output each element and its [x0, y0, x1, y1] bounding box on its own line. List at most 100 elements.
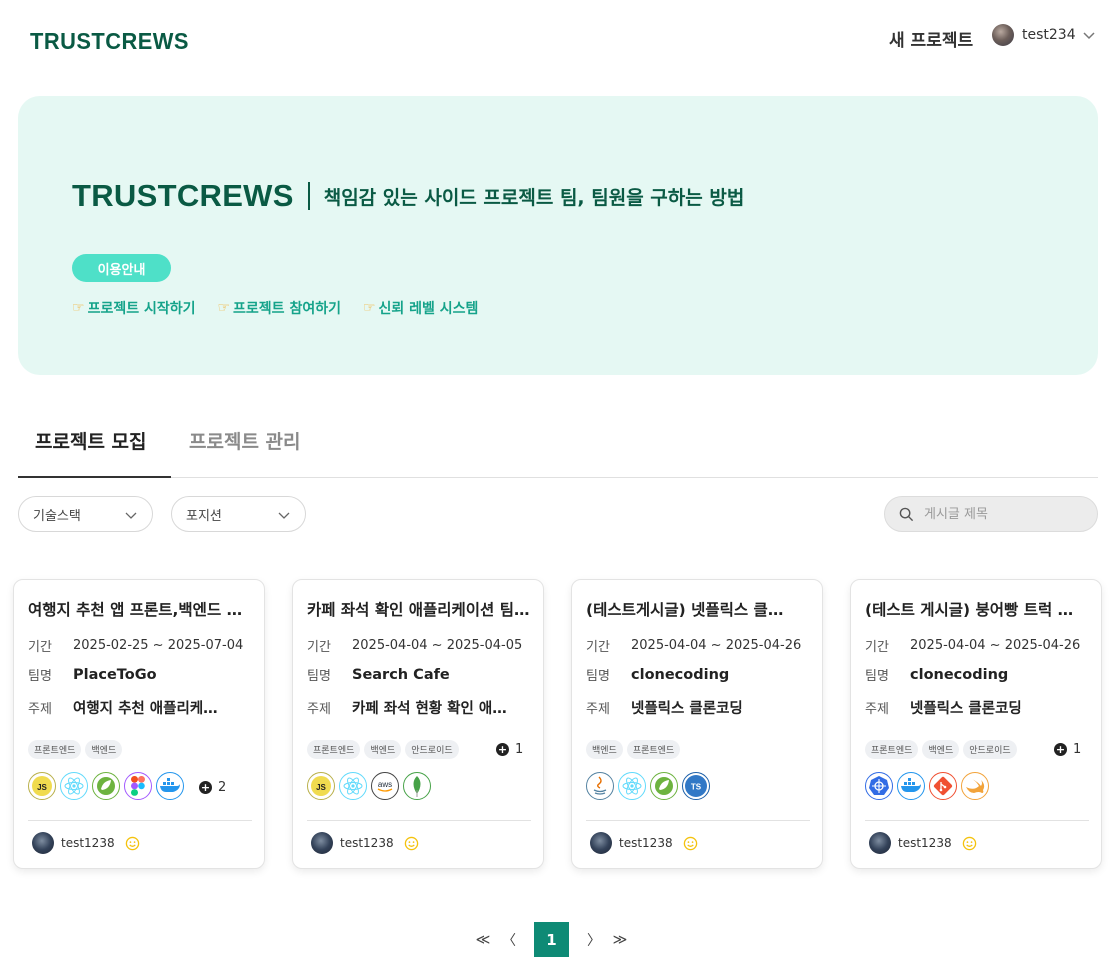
- team-value: clonecoding: [910, 666, 1009, 683]
- page-number-current[interactable]: 1: [534, 922, 569, 957]
- user-name: test234: [1022, 27, 1076, 43]
- team-label: 팀명: [307, 669, 331, 684]
- git-icon: [929, 772, 957, 800]
- card-title: 카페 좌석 확인 애플리케이션 팀원 모집: [307, 601, 533, 619]
- top-header: TRUSTCREWS 새 프로젝트 test234: [0, 0, 1119, 80]
- position-tag: 안드로이드: [405, 740, 459, 759]
- plus-icon: +: [1054, 743, 1067, 756]
- topic-value: 넷플릭스 클론코딩: [910, 701, 1022, 717]
- typescript-icon: TS: [682, 772, 710, 800]
- prev-page-button[interactable]: 〈: [496, 930, 522, 950]
- position-tags: 프론트엔드 백엔드 안드로이드: [307, 740, 463, 759]
- team-label: 팀명: [586, 669, 610, 684]
- avatar: [590, 832, 612, 854]
- position-tag: 프론트엔드: [865, 740, 919, 759]
- period-label: 기간: [28, 640, 52, 655]
- plus-icon: +: [496, 743, 509, 756]
- pagination: ≪ 〈 1 〉 ≫: [470, 922, 633, 957]
- more-tags-count[interactable]: +1: [496, 742, 523, 757]
- position-tag: 프론트엔드: [626, 740, 681, 759]
- banner-divider: [307, 182, 310, 210]
- more-tags-count[interactable]: +1: [1054, 742, 1081, 757]
- tech-stack-icons: TS: [586, 772, 714, 800]
- position-filter[interactable]: 포지션: [171, 496, 306, 532]
- card-title: 여행지 추천 앱 프론트,백엔드 개발자 모집: [28, 601, 254, 619]
- react-icon: [618, 772, 646, 800]
- smile-trust-icon: [404, 836, 418, 850]
- active-tab-indicator: [18, 476, 171, 478]
- author-name: test1238: [898, 836, 952, 850]
- tab-recruit[interactable]: 프로젝트 모집: [35, 427, 147, 454]
- svg-text:JS: JS: [316, 783, 326, 792]
- card-period-row: 기간 2025-04-04 ~ 2025-04-05: [307, 636, 533, 655]
- topic-label: 주제: [586, 702, 610, 717]
- spring-icon: [650, 772, 678, 800]
- project-card[interactable]: 카페 좌석 확인 애플리케이션 팀원 모집 기간 2025-04-04 ~ 202…: [292, 579, 544, 869]
- search-input[interactable]: [924, 506, 1084, 522]
- guide-badge[interactable]: 이용안내: [72, 254, 171, 282]
- card-author: test1238: [869, 832, 977, 854]
- position-tags: 백엔드 프론트엔드: [586, 740, 684, 759]
- more-tags-value: 1: [515, 742, 524, 757]
- project-tabs: 프로젝트 모집 프로젝트 관리: [18, 405, 1098, 478]
- card-author: test1238: [590, 832, 698, 854]
- next-page-button[interactable]: 〉: [581, 930, 607, 950]
- author-name: test1238: [619, 836, 673, 850]
- svg-text:aws: aws: [378, 780, 392, 789]
- chevron-down-icon: [125, 512, 137, 519]
- project-card[interactable]: (테스트게시글) 넷플릭스 클론코딩 기간 2025-04-04 ~ 2025-0…: [571, 579, 823, 869]
- tech-stack-filter[interactable]: 기술스택: [18, 496, 153, 532]
- first-page-button[interactable]: ≪: [470, 932, 496, 948]
- pointing-hand-icon: ☞: [217, 300, 231, 316]
- guide-link-label: 프로젝트 시작하기: [87, 301, 196, 317]
- project-card[interactable]: 여행지 추천 앱 프론트,백엔드 개발자 모집 기간 2025-02-25 ~ 2…: [13, 579, 265, 869]
- banner-subtitle: 책임감 있는 사이드 프로젝트 팀, 팀원을 구하는 방법: [323, 186, 745, 209]
- topic-label: 주제: [865, 702, 889, 717]
- card-topic-row: 주제 넷플릭스 클론코딩: [586, 697, 812, 718]
- user-menu[interactable]: test234: [992, 24, 1096, 46]
- react-icon: [339, 772, 367, 800]
- spring-icon: [92, 772, 120, 800]
- more-stack-value: 2: [218, 780, 227, 795]
- card-author: test1238: [32, 832, 140, 854]
- tech-stack-icons: JS aws: [307, 772, 435, 800]
- card-divider: [586, 820, 810, 821]
- card-period-row: 기간 2025-04-04 ~ 2025-04-26: [865, 636, 1091, 655]
- swift-icon: [961, 772, 989, 800]
- guide-link-join[interactable]: ☞ 프로젝트 참여하기: [217, 298, 340, 318]
- period-value: 2025-04-04 ~ 2025-04-05: [352, 638, 523, 653]
- card-team-row: 팀명 PlaceToGo: [28, 665, 254, 685]
- tech-stack-icons: [865, 772, 993, 800]
- more-tags-value: 1: [1073, 742, 1082, 757]
- author-name: test1238: [61, 836, 115, 850]
- topic-label: 주제: [307, 702, 331, 717]
- card-divider: [307, 820, 531, 821]
- mongodb-icon: [403, 772, 431, 800]
- team-value: PlaceToGo: [73, 666, 157, 683]
- pointing-hand-icon: ☞: [362, 300, 376, 316]
- position-tag: 백엔드: [364, 740, 402, 759]
- guide-link-start[interactable]: ☞ 프로젝트 시작하기: [72, 298, 195, 318]
- last-page-button[interactable]: ≫: [607, 932, 633, 948]
- period-value: 2025-04-04 ~ 2025-04-26: [910, 638, 1081, 653]
- site-logo[interactable]: TRUSTCREWS: [30, 28, 189, 55]
- kubernetes-icon: [865, 772, 893, 800]
- project-card[interactable]: (테스트 게시글) 붕어빵 트럭 위치 서비스 기간 2025-04-04 ~ 2…: [850, 579, 1102, 869]
- chevron-down-icon: [1083, 32, 1095, 40]
- period-value: 2025-02-25 ~ 2025-07-04: [73, 638, 244, 653]
- docker-icon: [897, 772, 925, 800]
- guide-links: ☞ 프로젝트 시작하기 ☞ 프로젝트 참여하기 ☞ 신뢰 레벨 시스템: [72, 298, 500, 318]
- card-period-row: 기간 2025-04-04 ~ 2025-04-26: [586, 636, 812, 655]
- javascript-icon: JS: [28, 772, 56, 800]
- more-stack-count[interactable]: +2: [199, 780, 226, 795]
- avatar: [311, 832, 333, 854]
- new-project-button[interactable]: 새 프로젝트: [889, 26, 973, 51]
- position-tags: 프론트엔드 백엔드: [28, 740, 126, 759]
- card-topic-row: 주제 여행지 추천 애플리케이션: [28, 697, 254, 718]
- plus-icon: +: [199, 781, 212, 794]
- card-topic-row: 주제 넷플릭스 클론코딩: [865, 697, 1091, 718]
- author-name: test1238: [340, 836, 394, 850]
- javascript-icon: JS: [307, 772, 335, 800]
- guide-link-trust[interactable]: ☞ 신뢰 레벨 시스템: [363, 298, 478, 318]
- tab-manage[interactable]: 프로젝트 관리: [189, 427, 301, 454]
